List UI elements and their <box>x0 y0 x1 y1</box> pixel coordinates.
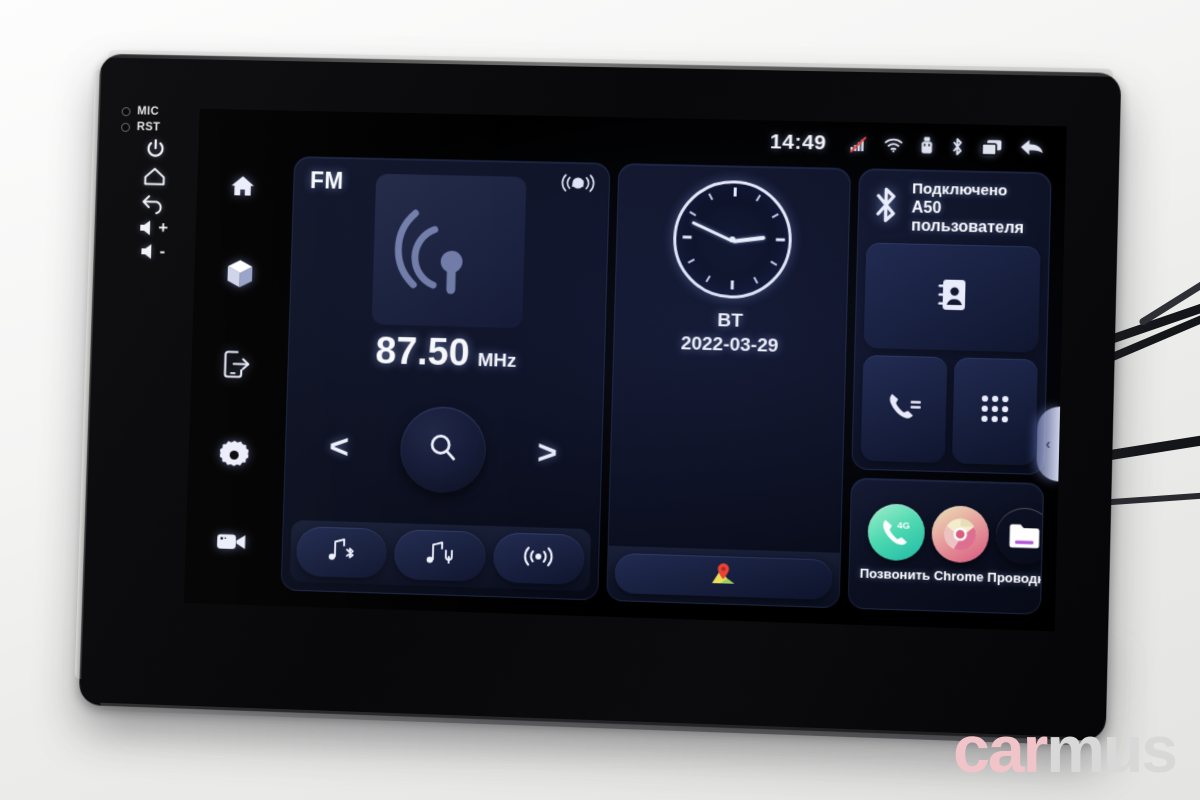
side-drawer-handle[interactable]: ‹ <box>1036 406 1061 482</box>
home-outline-icon <box>142 165 168 189</box>
clock-tick <box>731 280 734 290</box>
cube-icon <box>225 258 254 289</box>
power-icon <box>143 137 167 161</box>
phone-app-icon: 4G <box>866 502 926 561</box>
car-head-unit: MIC RST + - 14:49 FM AM 87.50 MHz < > BT… <box>74 49 1122 746</box>
phone-link-icon <box>222 350 250 380</box>
radio-tuner-controls: < > <box>284 371 604 530</box>
clock-tick <box>771 213 779 219</box>
clock-tick <box>775 238 785 241</box>
usb-icon[interactable] <box>920 136 934 154</box>
am-band-toggle[interactable]: AM <box>561 173 596 199</box>
chrome-app-icon <box>930 504 990 563</box>
clock-tick <box>708 193 713 201</box>
contacts-book-icon <box>936 277 967 317</box>
hw-back-button[interactable] <box>112 192 195 216</box>
clock-tick <box>733 187 737 197</box>
bluetooth-widget[interactable]: Подключено A50 пользователя <box>851 168 1052 476</box>
frequency-value: 87.50 <box>374 330 471 375</box>
app-label: Проводник <box>987 569 1045 587</box>
clock-tick <box>770 260 778 266</box>
tune-next-button[interactable]: > <box>537 433 558 472</box>
mic-hole-icon <box>121 106 131 116</box>
radio-source-bar <box>289 519 592 592</box>
reset-label: RST <box>136 121 161 134</box>
bluetooth-icon[interactable] <box>950 137 964 156</box>
dialpad-button[interactable] <box>951 357 1038 466</box>
svg-text:AM: AM <box>573 181 583 188</box>
bluetooth-music-button[interactable] <box>295 526 388 579</box>
search-icon <box>427 431 460 469</box>
chevron-left-icon: ‹ <box>1045 435 1051 453</box>
speaker-icon <box>139 242 159 260</box>
multi-window-icon[interactable] <box>981 138 1003 156</box>
nav-rail <box>184 109 290 606</box>
back-arrow-icon <box>140 192 168 214</box>
frequency-unit: MHz <box>477 349 517 372</box>
clock-minute-hand <box>691 220 733 243</box>
touchscreen[interactable]: 14:49 FM AM 87.50 MHz < > BT 2022-03-29 … <box>183 108 1068 632</box>
music-bluetooth-icon <box>326 536 357 568</box>
home-icon <box>229 173 256 198</box>
bluetooth-icon <box>873 185 900 231</box>
contacts-button[interactable] <box>863 242 1041 353</box>
hw-power-button[interactable] <box>114 136 197 161</box>
watermark-part-b: mus <box>1046 712 1178 786</box>
volume-up-label: + <box>158 218 169 238</box>
bluetooth-status-text: Подключено <box>911 180 1008 200</box>
clock-tick <box>705 275 711 283</box>
call-log-button[interactable] <box>860 354 947 464</box>
back-arrow-icon[interactable] <box>1019 137 1044 158</box>
hw-home-button[interactable] <box>113 164 196 189</box>
speaker-icon <box>138 219 158 237</box>
volume-down-label: - <box>159 241 166 261</box>
clock-center-pin <box>729 236 736 243</box>
dialpad-icon <box>978 392 1011 430</box>
radio-widget[interactable]: FM AM 87.50 MHz < > <box>280 156 611 601</box>
bluetooth-actions <box>860 242 1041 466</box>
bluetooth-header: Подключено A50 пользователя <box>866 177 1042 246</box>
app-shortcut-chrome[interactable]: Chrome <box>930 504 990 585</box>
app-shortcut-phone[interactable]: 4G Позвонить <box>859 502 933 583</box>
phone-log-icon <box>886 391 921 427</box>
clock-tick <box>753 276 759 284</box>
radio-scan-button[interactable] <box>399 405 487 494</box>
video-camera-icon <box>215 530 246 553</box>
watermark-part-a: car <box>953 712 1048 786</box>
sidebar-item-apps[interactable] <box>225 258 254 289</box>
app-shortcut-file-manager[interactable]: Проводник <box>987 506 1045 587</box>
sidebar-item-settings[interactable] <box>218 440 249 470</box>
app-shortcut-dock: 4G Позвонить Chrome Проводник <box>847 477 1045 615</box>
tune-prev-button[interactable]: < <box>329 428 350 466</box>
music-usb-icon <box>425 540 456 572</box>
hw-volume-down-button[interactable]: - <box>111 241 194 263</box>
reset-hole-icon[interactable] <box>121 122 131 132</box>
reset-pinhole[interactable]: RST <box>115 121 197 135</box>
usb-music-button[interactable] <box>393 529 486 582</box>
radio-button[interactable] <box>492 532 585 586</box>
broadcast-tower-icon <box>389 188 509 313</box>
app-label: Позвонить <box>859 565 931 583</box>
sidebar-item-phone-link[interactable] <box>222 350 250 380</box>
radio-artwork <box>371 173 527 329</box>
watermark: carmus <box>953 716 1178 782</box>
mic-label: MIC <box>137 105 160 118</box>
gear-icon <box>218 440 249 470</box>
sidebar-item-home[interactable] <box>229 173 256 198</box>
mic-pinhole: MIC <box>116 105 198 118</box>
sidebar-item-dashcam[interactable] <box>215 530 246 553</box>
radio-band-label: FM <box>309 167 345 194</box>
hw-volume-up-button[interactable]: + <box>112 217 195 239</box>
bluetooth-texts: Подключено A50 пользователя <box>911 180 1040 238</box>
file-manager-app-icon <box>995 507 1044 565</box>
wifi-icon[interactable] <box>884 137 904 152</box>
broadcast-icon <box>522 545 555 573</box>
status-clock: 14:49 <box>769 130 827 155</box>
svg-text:4G: 4G <box>897 519 910 531</box>
app-label: Chrome <box>933 567 984 585</box>
